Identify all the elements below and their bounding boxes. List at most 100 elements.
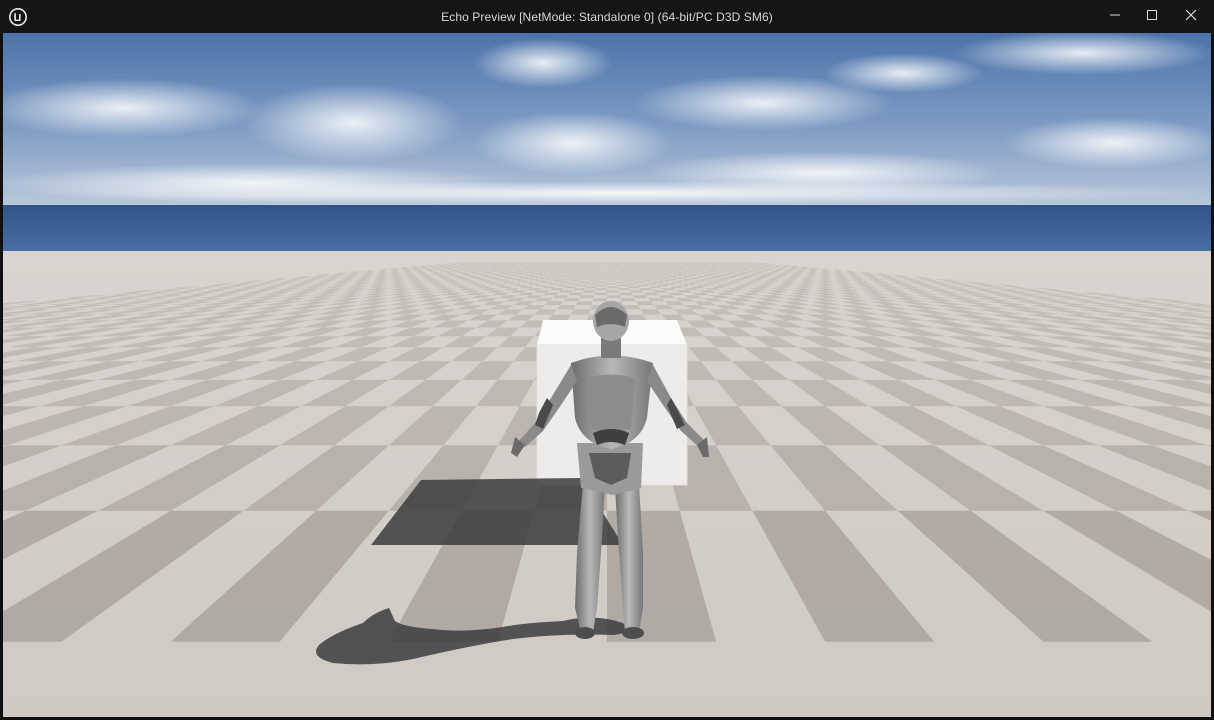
window-title: Echo Preview [NetMode: Standalone 0] (64… <box>441 10 773 24</box>
floor-tile <box>633 267 639 269</box>
floor-tile <box>644 271 652 273</box>
floor-tile <box>641 273 650 275</box>
floor-tile <box>591 276 600 278</box>
floor-tile <box>561 269 568 270</box>
floor-tile <box>585 286 597 289</box>
floor-tile <box>570 280 581 282</box>
floor-tile <box>640 269 648 270</box>
game-viewport[interactable] <box>3 33 1211 717</box>
floor-tile <box>601 267 607 269</box>
floor-tile <box>612 268 619 270</box>
floor-tile <box>594 271 601 273</box>
floor-tile <box>579 272 588 274</box>
floor-tile <box>598 277 607 279</box>
floor-tile <box>639 272 647 273</box>
floor-tile <box>575 284 588 287</box>
floor-tile <box>613 272 621 273</box>
floor-tile <box>642 270 650 271</box>
floor-tile <box>616 281 626 284</box>
floor-tile <box>565 269 573 271</box>
floor-tile <box>573 272 582 273</box>
floor-tile <box>579 295 595 299</box>
floor-tile <box>594 292 607 296</box>
floor-tile <box>600 270 607 272</box>
floor-tile <box>624 280 635 282</box>
floor-tile <box>588 270 595 272</box>
floor-tile <box>629 269 636 270</box>
floor-tile <box>590 268 597 270</box>
floor-tile <box>582 290 596 293</box>
floor-tile <box>620 272 628 274</box>
floor-tile <box>595 269 602 270</box>
floor-tile <box>559 267 566 269</box>
floor-tile <box>577 269 584 271</box>
close-icon <box>1185 9 1197 21</box>
floor-tile <box>624 269 631 271</box>
floor-tile <box>563 298 580 302</box>
floor-tile <box>563 286 576 289</box>
floor-tile <box>607 290 620 293</box>
floor-tile <box>632 295 648 299</box>
floor-tile <box>643 275 653 277</box>
floor-tile <box>635 274 644 276</box>
floor-tile <box>623 278 633 280</box>
floor-tile <box>631 271 640 273</box>
floor-tile <box>600 273 607 275</box>
floor-tile <box>593 272 601 274</box>
floor-tile <box>569 275 578 277</box>
floor-tile <box>625 270 632 272</box>
floor-tile <box>588 280 599 282</box>
floor-tile <box>575 270 583 272</box>
floor-tile <box>563 270 571 272</box>
floor-tile <box>595 288 607 291</box>
floor-tile <box>567 268 575 270</box>
floor-tile <box>592 274 600 276</box>
minimize-button[interactable] <box>1096 0 1134 30</box>
floor-tile <box>569 267 576 269</box>
floor-tile <box>618 270 626 271</box>
floor-tile <box>619 292 633 296</box>
floor-tile <box>584 275 593 277</box>
floor-tile <box>612 269 619 271</box>
floor-tile <box>600 272 607 273</box>
floor-tile <box>582 270 590 271</box>
floor-tile <box>630 290 644 293</box>
floor-tile <box>630 277 640 279</box>
floor-tile <box>626 272 634 273</box>
floor-tile <box>646 272 655 274</box>
floor-tile <box>627 273 636 275</box>
floor-tile <box>643 267 650 269</box>
floor-tile <box>623 268 630 270</box>
close-button[interactable] <box>1172 0 1210 30</box>
floor-tile <box>607 272 614 274</box>
floor-tile <box>613 273 622 275</box>
floor-tile <box>563 274 572 276</box>
floor-tile <box>620 298 637 302</box>
floor-tile <box>598 279 607 281</box>
floor-tile <box>637 270 645 272</box>
floor-tile <box>577 274 586 276</box>
floor-tile <box>587 283 598 285</box>
floor-tile <box>568 271 576 273</box>
floor-tile <box>597 281 607 284</box>
title-bar[interactable]: Echo Preview [NetMode: Standalone 0] (64… <box>0 0 1214 33</box>
floor-tile <box>622 305 641 310</box>
floor-tile <box>566 277 576 279</box>
floor-tile <box>587 272 595 273</box>
floor-tile <box>607 271 614 273</box>
floor-tile <box>614 275 622 277</box>
floor-tile <box>599 275 607 277</box>
floor-tile <box>633 272 642 274</box>
floor-tile <box>601 268 607 270</box>
floor-tile <box>568 292 583 296</box>
floor-tile <box>616 284 628 287</box>
floor-tile <box>621 274 629 276</box>
floor-tile <box>630 270 638 271</box>
floor-tile <box>596 284 607 287</box>
floor-tile <box>635 269 643 271</box>
floor-tile <box>585 273 594 275</box>
floor-tile <box>639 278 649 280</box>
floor-tile <box>619 271 627 273</box>
maximize-button[interactable] <box>1133 0 1171 30</box>
floor-tile <box>584 269 591 270</box>
